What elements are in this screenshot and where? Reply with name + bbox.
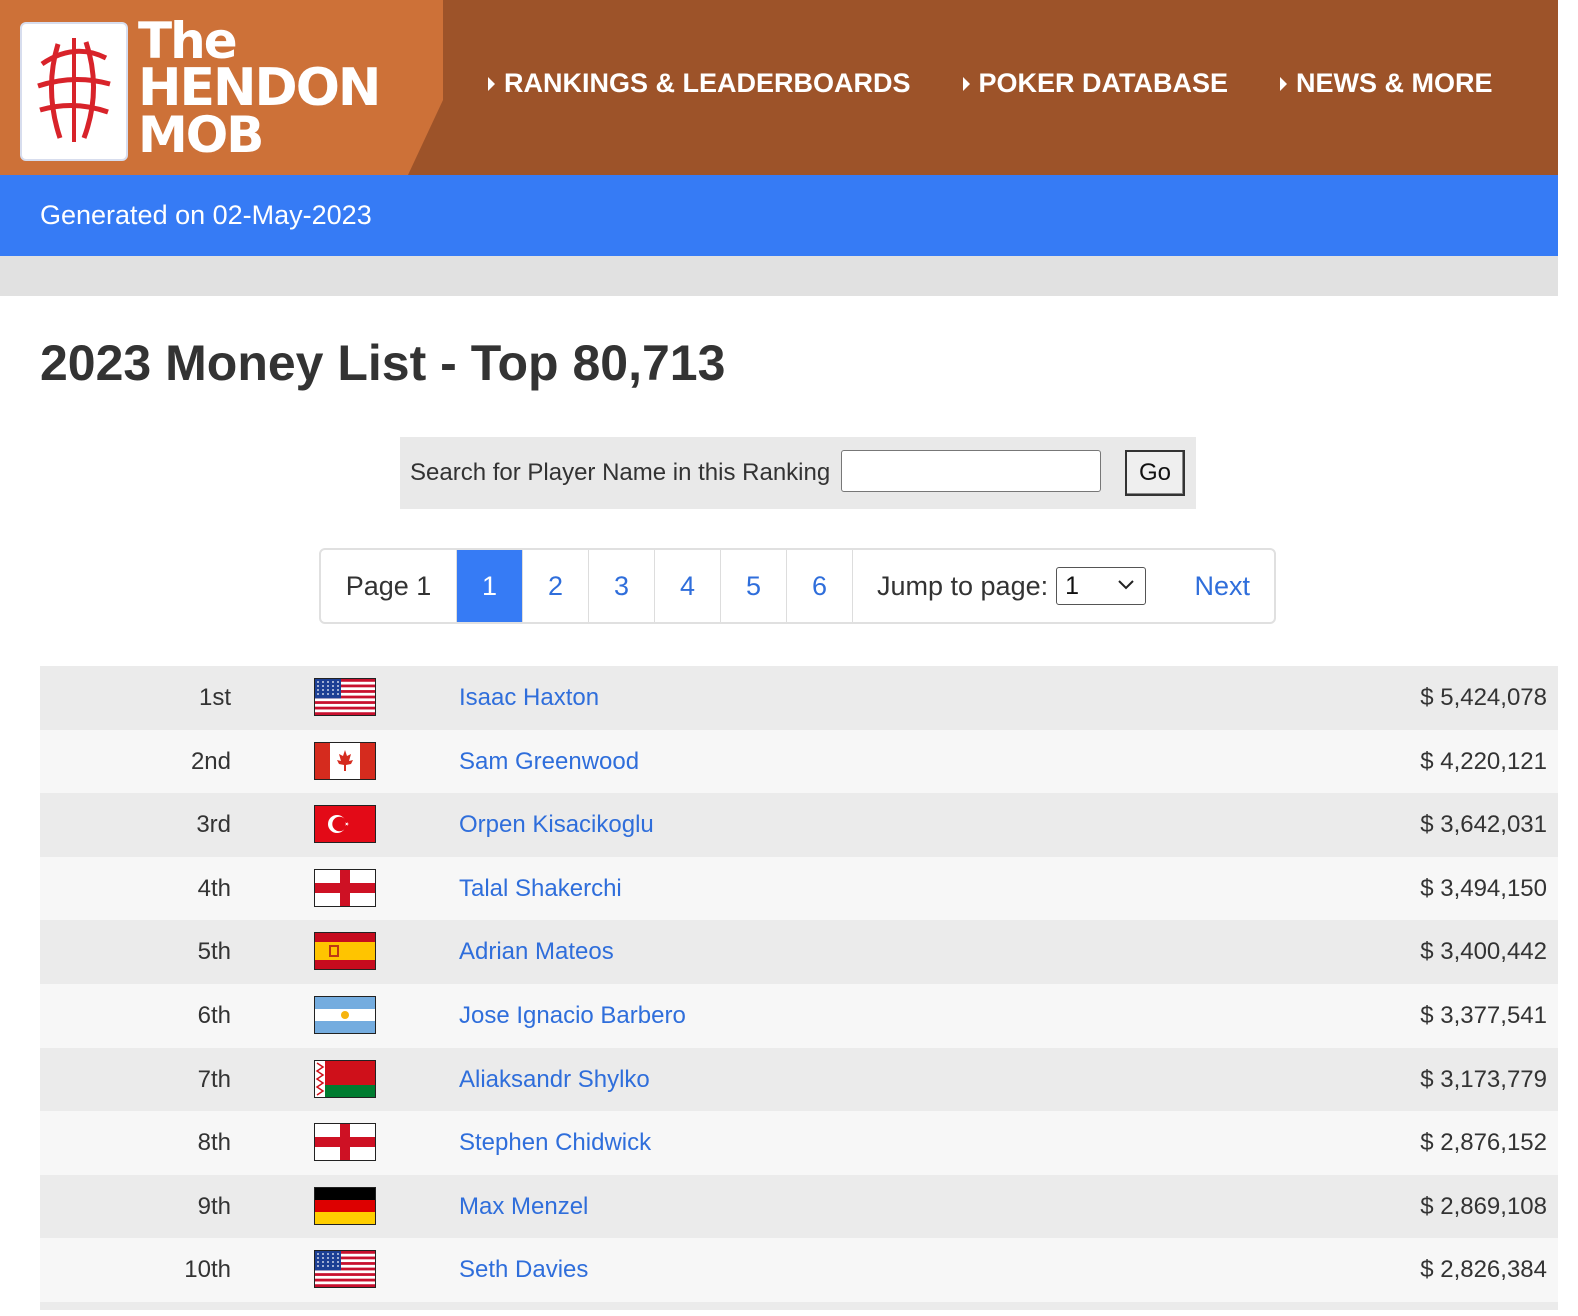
winnings-amount: $ 3,642,031 <box>1420 811 1547 839</box>
page-indicator: Page 1 <box>321 550 457 622</box>
pagination: Page 1 1 2 3 4 5 6 Jump to page: 1 Next <box>319 548 1276 624</box>
rank-position: 2nd <box>190 747 231 775</box>
table-row <box>40 1301 1558 1310</box>
chevron-down-icon <box>1118 580 1134 590</box>
caret-right-icon <box>1280 76 1288 91</box>
player-name-link[interactable]: Stephen Chidwick <box>459 1129 651 1157</box>
nav-poker-database-label: POKER DATABASE <box>978 68 1229 98</box>
jump-page-select[interactable]: 1 <box>1056 567 1147 605</box>
search-input[interactable] <box>841 450 1101 492</box>
table-row: 7th Aliaksandr Shylko $ 3,173,779 <box>40 1047 1558 1112</box>
table-row: 9th Max Menzel $ 2,869,108 <box>40 1174 1558 1239</box>
flag-england-icon <box>314 868 376 907</box>
jump-label: Jump to page: <box>877 570 1049 601</box>
search-go-button[interactable]: Go <box>1125 450 1185 496</box>
table-row: 5th Adrian Mateos $ 3,400,442 <box>40 920 1558 984</box>
page-title: 2023 Money List - Top 80,713 <box>40 335 726 391</box>
table-row: 3rd Orpen Kisacikoglu $ 3,642,031 <box>40 793 1558 857</box>
flag-england-icon <box>314 1123 376 1162</box>
table-row: 1st Isaac Haxton $ 5,424,078 <box>40 666 1558 730</box>
winnings-amount: $ 2,876,152 <box>1420 1129 1547 1157</box>
flag-spain-icon <box>314 932 376 971</box>
next-page-link[interactable]: Next <box>1194 550 1250 622</box>
rank-position: 1st <box>198 684 231 711</box>
player-name-link[interactable]: Jose Ignacio Barbero <box>459 1002 686 1030</box>
player-name-link[interactable]: Adrian Mateos <box>459 938 614 966</box>
logo-line-2: HENDON <box>138 58 381 118</box>
divider-bar <box>0 256 1558 296</box>
search-label: Search for Player Name in this Ranking <box>410 459 831 486</box>
rank-position: 6th <box>197 1001 231 1029</box>
rank-position: 10th <box>184 1256 231 1284</box>
table-row: 10th Seth Davies $ 2,826,384 <box>40 1238 1558 1302</box>
player-name-link[interactable]: Talal Shakerchi <box>459 875 622 903</box>
site-header: The HENDON MOB RANKINGS & LEADERBOARDS P… <box>0 0 1558 175</box>
generated-date: Generated on 02-May-2023 <box>40 200 372 230</box>
rank-position: 5th <box>197 938 231 966</box>
nav-poker-database[interactable]: POKER DATABASE <box>962 68 1229 99</box>
logo-line-3: MOB <box>138 106 264 164</box>
player-name-link[interactable]: Aliaksandr Shylko <box>459 1066 650 1094</box>
flag-usa-icon <box>314 678 376 716</box>
site-logo[interactable]: The HENDON MOB <box>0 0 443 175</box>
table-row: 2nd Sam Greenwood $ 4,220,121 <box>40 729 1558 794</box>
winnings-amount: $ 3,173,779 <box>1420 1065 1547 1093</box>
money-list-table: 1st Isaac Haxton $ 5,424,078 2nd Sam Greenwo… <box>40 666 1558 1310</box>
rank-position: 7th <box>197 1065 231 1093</box>
nav-rankings[interactable]: RANKINGS & LEADERBOARDS <box>488 68 911 99</box>
player-name-link[interactable]: Sam Greenwood <box>459 748 639 776</box>
rank-position: 9th <box>197 1192 231 1220</box>
winnings-amount: $ 2,869,108 <box>1420 1192 1547 1220</box>
page-link-2[interactable]: 2 <box>523 550 589 622</box>
winnings-amount: $ 3,400,442 <box>1420 938 1547 966</box>
flag-usa-icon <box>314 1250 376 1289</box>
table-row: 8th Stephen Chidwick $ 2,876,152 <box>40 1111 1558 1175</box>
winnings-amount: $ 4,220,121 <box>1420 747 1547 775</box>
flag-argentina-icon <box>314 995 376 1034</box>
page-link-3[interactable]: 3 <box>589 550 655 622</box>
jump-page-value: 1 <box>1065 571 1080 600</box>
winnings-amount: $ 2,826,384 <box>1420 1256 1547 1284</box>
player-name-link[interactable]: Max Menzel <box>459 1193 588 1221</box>
table-row: 4th Talal Shakerchi $ 3,494,150 <box>40 856 1558 921</box>
nav-news-label: NEWS & MORE <box>1296 68 1493 98</box>
flag-belarus-icon <box>314 1059 376 1098</box>
page-link-1[interactable]: 1 <box>457 550 523 622</box>
winnings-amount: $ 5,424,078 <box>1420 684 1547 711</box>
caret-right-icon <box>962 76 970 91</box>
nav-news[interactable]: NEWS & MORE <box>1280 68 1493 99</box>
page-link-4[interactable]: 4 <box>655 550 721 622</box>
rank-position: 8th <box>197 1129 231 1157</box>
logo-wordmark: The HENDON MOB <box>138 16 381 164</box>
winnings-amount: $ 3,377,541 <box>1420 1001 1547 1029</box>
flag-turkey-icon <box>314 805 376 844</box>
caret-right-icon <box>488 76 495 91</box>
main-nav: RANKINGS & LEADERBOARDS POKER DATABASE N… <box>488 68 1545 99</box>
player-name-link[interactable]: Isaac Haxton <box>459 684 599 712</box>
table-row: 6th Jose Ignacio Barbero $ 3,377,541 <box>40 983 1558 1048</box>
rank-position: 4th <box>197 874 231 902</box>
logo-card-icon <box>20 22 128 161</box>
player-name-link[interactable]: Orpen Kisacikoglu <box>459 811 654 839</box>
flag-canada-icon <box>314 741 376 780</box>
player-search: Search for Player Name in this Ranking G… <box>400 437 1196 509</box>
flag-germany-icon <box>314 1186 376 1225</box>
page-link-6[interactable]: 6 <box>787 550 853 622</box>
page-link-5[interactable]: 5 <box>721 550 787 622</box>
jump-to-page: Jump to page: 1 <box>853 550 1147 622</box>
winnings-amount: $ 3,494,150 <box>1420 874 1547 902</box>
generated-banner: Generated on 02-May-2023 <box>0 175 1558 256</box>
nav-rankings-label: RANKINGS & LEADERBOARDS <box>504 68 911 98</box>
player-name-link[interactable]: Seth Davies <box>459 1256 588 1284</box>
rank-position: 3rd <box>196 811 231 839</box>
